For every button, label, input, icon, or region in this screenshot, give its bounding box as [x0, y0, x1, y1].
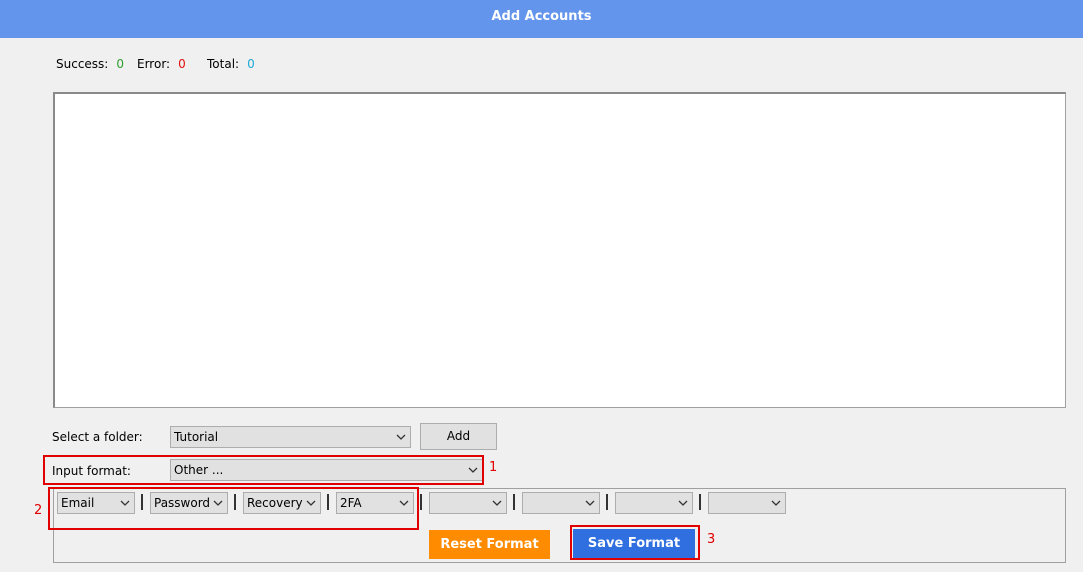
field-separator	[234, 494, 236, 510]
input-format-value: Other ...	[174, 463, 224, 477]
format-field-5[interactable]	[429, 492, 507, 514]
field-separator	[699, 494, 701, 510]
title-bar: Add Accounts	[0, 0, 1083, 38]
chevron-down-icon	[771, 500, 781, 506]
chevron-down-icon	[120, 500, 130, 506]
format-field-3[interactable]: Recovery e	[243, 492, 321, 514]
format-field-1-value: Email	[61, 496, 95, 510]
annotation-1: 1	[489, 460, 498, 475]
add-folder-button[interactable]: Add	[420, 423, 497, 450]
total-count: 0	[247, 57, 255, 71]
annotation-3: 3	[707, 532, 716, 547]
chevron-down-icon	[585, 500, 595, 506]
success-label: Success:	[56, 57, 109, 71]
format-field-1[interactable]: Email	[57, 492, 135, 514]
chevron-down-icon	[306, 500, 316, 506]
save-format-button[interactable]: Save Format	[573, 529, 695, 558]
field-separator	[420, 494, 422, 510]
chevron-down-icon	[399, 500, 409, 506]
input-format-select[interactable]: Other ...	[170, 459, 483, 481]
field-separator	[606, 494, 608, 510]
format-field-2-value: Password	[154, 496, 211, 510]
window-title: Add Accounts	[491, 9, 592, 24]
format-field-8[interactable]	[708, 492, 786, 514]
total-stat: Total: 0	[207, 57, 255, 71]
error-stat: Error: 0	[137, 57, 186, 71]
field-separator	[513, 494, 515, 510]
format-field-3-value: Recovery e	[247, 496, 303, 510]
field-separator	[141, 494, 143, 510]
chevron-down-icon	[468, 467, 478, 473]
field-separator	[327, 494, 329, 510]
format-field-4-value: 2FA	[340, 496, 362, 510]
error-count: 0	[178, 57, 186, 71]
format-field-4[interactable]: 2FA	[336, 492, 414, 514]
folder-select[interactable]: Tutorial	[170, 426, 411, 448]
error-label: Error:	[137, 57, 171, 71]
accounts-textarea[interactable]	[53, 92, 1066, 408]
success-stat: Success: 0	[56, 57, 124, 71]
chevron-down-icon	[396, 434, 406, 440]
reset-format-button[interactable]: Reset Format	[429, 530, 550, 559]
chevron-down-icon	[678, 500, 688, 506]
format-field-6[interactable]	[522, 492, 600, 514]
folder-select-value: Tutorial	[174, 430, 219, 444]
input-format-label: Input format:	[52, 464, 131, 478]
chevron-down-icon	[213, 500, 223, 506]
format-field-7[interactable]	[615, 492, 693, 514]
success-count: 0	[116, 57, 124, 71]
folder-label: Select a folder:	[52, 430, 143, 444]
chevron-down-icon	[492, 500, 502, 506]
total-label: Total:	[207, 57, 240, 71]
format-field-2[interactable]: Password	[150, 492, 228, 514]
annotation-2: 2	[34, 503, 43, 518]
